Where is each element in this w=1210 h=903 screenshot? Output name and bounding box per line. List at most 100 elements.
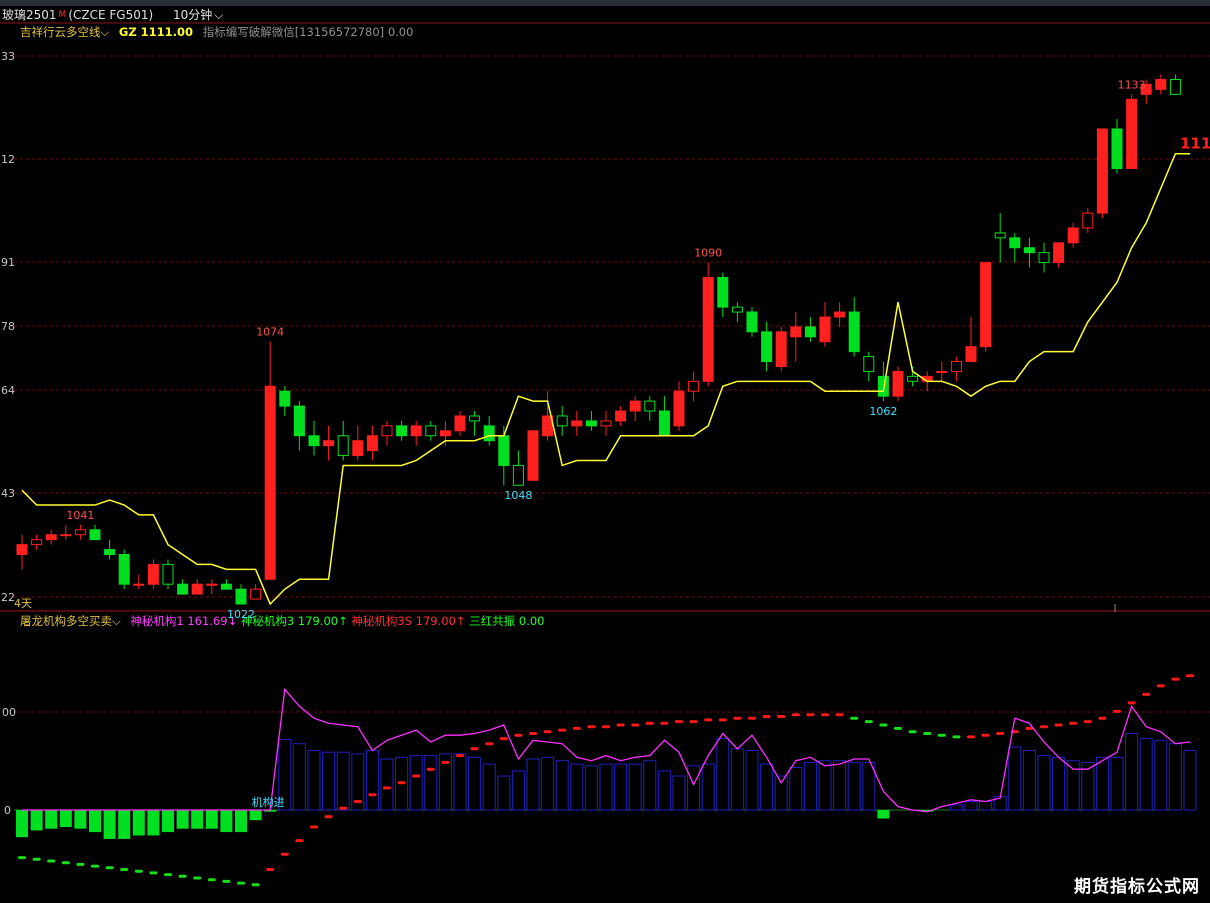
osc-signal-dot [1054, 723, 1063, 727]
osc-signal-dot [295, 839, 304, 843]
osc-signal-dot [981, 733, 990, 737]
osc-signal-dot [704, 718, 713, 722]
y-tick-label: 78 [1, 320, 15, 333]
osc-bar-positive [409, 755, 423, 811]
candle-down [731, 306, 743, 313]
osc-signal-dot [821, 713, 829, 717]
candle-up [1096, 128, 1108, 214]
price-annotation: 1041 [66, 509, 94, 522]
osc-bar-positive [511, 770, 525, 811]
osc-signal-dot [383, 786, 391, 790]
candle-down [746, 311, 758, 333]
osc-bar-negative [118, 810, 131, 839]
candle-down [848, 311, 860, 353]
candle-up [366, 435, 378, 452]
osc-signal-dot [499, 737, 508, 741]
osc-bar-negative [877, 810, 890, 819]
price-annotation: 1074 [256, 326, 284, 339]
osc-signal-dot [733, 716, 742, 720]
osc-bar-positive [307, 750, 321, 811]
candle-down [293, 405, 305, 437]
osc-signal-dot [324, 815, 333, 819]
price-annotation: 1062 [869, 405, 897, 418]
candle-up [45, 534, 57, 541]
osc-signal-dot [631, 723, 640, 727]
osc-signal-dot [718, 718, 727, 722]
candle-down [658, 410, 670, 437]
osc-signal-dot [923, 732, 932, 735]
osc-signal-dot [1156, 684, 1165, 688]
osc-bar-positive [701, 763, 715, 811]
osc-signal-dot [368, 793, 377, 797]
candle-down [177, 583, 189, 595]
osc-signal-dot [32, 857, 41, 861]
osc-zero-label: 0 [4, 804, 11, 817]
osc-bar-positive [555, 760, 569, 811]
osc-signal-dot [864, 720, 873, 724]
osc-bar-positive [453, 753, 467, 811]
candle-up [790, 326, 802, 338]
candle-down [469, 415, 481, 422]
support-line [21, 152, 1190, 606]
osc-bar-positive [657, 770, 671, 811]
candle-up [702, 276, 714, 382]
osc-signal-dot [251, 883, 260, 887]
osc-bar-negative [235, 810, 247, 833]
osc-signal-dot [178, 874, 187, 878]
osc-bar-negative [191, 810, 204, 829]
osc-bar-negative [16, 810, 28, 838]
osc-bar-negative [74, 810, 87, 829]
osc-signal-dot [660, 721, 669, 725]
osc-bar-positive [774, 775, 788, 811]
osc-signal-dot [207, 878, 216, 882]
osc-signal-dot [222, 879, 231, 883]
osc-signal-dot [616, 723, 625, 727]
osc-bar-positive [497, 775, 511, 811]
y-tick-label: 64 [1, 384, 15, 397]
osc-bar-positive [482, 763, 496, 811]
osc-bar-negative [89, 810, 101, 833]
osc-tick-label: 00 [2, 706, 16, 719]
osc-signal-dot [237, 881, 245, 885]
osc-bar-positive [687, 765, 701, 811]
osc-bar-positive [292, 743, 306, 811]
candle-up [323, 440, 335, 447]
osc-signal-dot [91, 864, 99, 868]
candle-up [147, 563, 159, 585]
candle-down [1009, 237, 1021, 249]
candle-down [118, 554, 130, 585]
candle-up [936, 370, 948, 373]
osc-bar-positive [365, 750, 379, 811]
osc-signal-dot [18, 856, 26, 860]
osc-signal-dot [47, 859, 56, 863]
candle-down [162, 563, 174, 585]
osc-signal-dot [967, 735, 975, 739]
osc-signal-dot [529, 732, 537, 735]
osc-signal-dot [353, 800, 362, 803]
price-annotation: 1090 [694, 247, 722, 260]
y-tick-label: 91 [1, 256, 15, 269]
candle-down [804, 326, 816, 338]
candle-up [775, 331, 787, 367]
candle-up [527, 430, 539, 481]
candle-up [571, 420, 583, 427]
osc-signal-dot [602, 725, 610, 729]
y-tick-label: 33 [1, 50, 15, 63]
osc-bar-negative [249, 810, 262, 821]
osc-bar-positive [643, 760, 657, 811]
osc-signal-dot [996, 732, 1005, 735]
osc-signal-dot [426, 767, 435, 771]
price-chart[interactable]: 33129178644322 4天000104110221074104810901… [0, 0, 1210, 903]
osc-signal-dot [339, 806, 348, 810]
candle-up [60, 534, 72, 537]
candle-up [454, 415, 466, 432]
candle-up [264, 385, 276, 580]
candle-up [1067, 227, 1079, 244]
candle-down [396, 425, 408, 437]
candle-down [994, 232, 1006, 239]
osc-bar-positive [526, 758, 540, 811]
candle-up [1082, 212, 1094, 229]
candle-down [556, 415, 568, 427]
candle-up [892, 370, 904, 397]
osc-signal-dot [470, 747, 479, 751]
